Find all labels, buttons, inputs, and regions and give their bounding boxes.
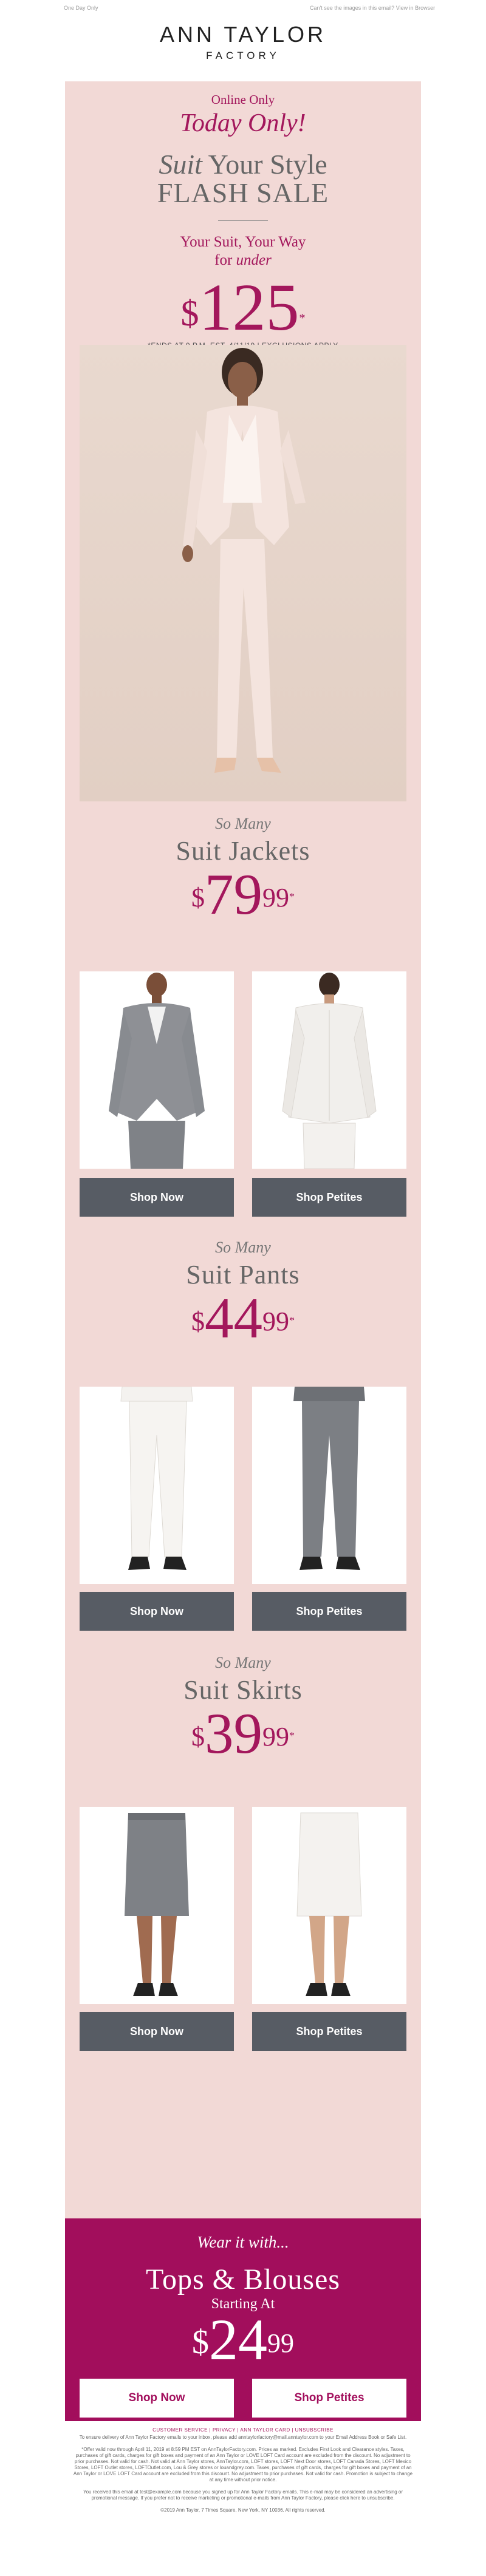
for-under-line: for under xyxy=(65,251,421,270)
main-panel: Online Only Today Only! Suit Your Style … xyxy=(65,81,421,2218)
price-cents: 99 xyxy=(262,1722,289,1752)
offer-disclaimer-text: *Offer valid now through April 11, 2019 … xyxy=(73,2447,413,2483)
jackets-shop-now-button[interactable]: Shop Now xyxy=(80,1178,234,1217)
skirts-shop-petites-button[interactable]: Shop Petites xyxy=(252,2012,406,2051)
grey-skirt-illustration xyxy=(80,1807,234,2004)
view-in-browser-link[interactable]: Can't see the images in this email? View… xyxy=(310,5,435,11)
hero-price-dollar: $ xyxy=(180,293,199,333)
under-text: under xyxy=(236,252,272,268)
divider-line xyxy=(218,220,268,221)
tops-price: $2499 xyxy=(65,2311,421,2369)
tops-blouses-title: Tops & Blouses xyxy=(146,2263,340,2296)
grey-jacket-illustration xyxy=(80,971,234,1169)
online-only-text: Online Only xyxy=(211,92,275,107)
tops-price-dollar: $ xyxy=(192,2323,209,2361)
jackets-shop-petites-button[interactable]: Shop Petites xyxy=(252,1178,406,1217)
email-notice-text: You received this email at test@example.… xyxy=(83,2489,403,2501)
petite-jacket-product-image[interactable] xyxy=(252,971,406,1169)
hero-price-asterisk: * xyxy=(299,311,306,325)
footer-links[interactable]: CUSTOMER SERVICE | PRIVACY | ANN TAYLOR … xyxy=(65,2427,421,2433)
for-text: for xyxy=(214,252,236,268)
skirt-product-image[interactable] xyxy=(80,1807,234,2004)
suit-pants-header: So Many Suit Pants $4499* xyxy=(65,1239,421,1347)
preheader-left-text: One Day Only xyxy=(64,5,98,11)
so-many-text: So Many xyxy=(215,1654,271,1671)
price-cents: 99 xyxy=(262,883,289,912)
price-main: 44 xyxy=(205,1286,262,1350)
so-many-text: So Many xyxy=(215,1239,271,1256)
white-skirt-illustration xyxy=(252,1807,406,2004)
footer: CUSTOMER SERVICE | PRIVACY | ANN TAYLOR … xyxy=(65,2427,421,2520)
brand-logo[interactable]: ANN TAYLOR FACTORY xyxy=(0,21,486,81)
suit-word: Suit xyxy=(159,149,202,180)
suit-your-style-heading: Suit Your Style xyxy=(65,151,421,178)
hero-price-value: 125 xyxy=(199,270,299,344)
logo-sub-text: FACTORY xyxy=(206,50,280,61)
price-asterisk: * xyxy=(289,1314,295,1327)
price-asterisk: * xyxy=(289,1730,295,1742)
price-cents: 99 xyxy=(262,1307,289,1336)
price-asterisk: * xyxy=(289,891,295,903)
your-suit-line: Your Suit, Your Way xyxy=(180,234,306,250)
tops-price-main: 24 xyxy=(209,2307,267,2372)
tops-shop-now-button[interactable]: Shop Now xyxy=(80,2379,234,2418)
pants-shop-now-button[interactable]: Shop Now xyxy=(80,1592,234,1631)
grey-pants-illustration xyxy=(252,1387,406,1584)
wear-it-with-text: Wear it with... xyxy=(197,2233,289,2251)
petite-skirt-product-image[interactable] xyxy=(252,1807,406,2004)
model-in-white-suit-illustration xyxy=(80,345,406,801)
white-jacket-illustration xyxy=(252,971,406,1169)
tops-price-cents: 99 xyxy=(267,2328,294,2358)
your-suit-text: Your Suit, Your Way for under xyxy=(65,233,421,270)
your-style-text: Your Style xyxy=(202,149,327,180)
skirts-shop-now-button[interactable]: Shop Now xyxy=(80,2012,234,2051)
category-price: $3999* xyxy=(65,1705,421,1762)
price-main: 79 xyxy=(205,862,262,926)
category-price: $4499* xyxy=(65,1290,421,1347)
petite-pants-product-image[interactable] xyxy=(252,1387,406,1584)
jacket-product-image[interactable] xyxy=(80,971,234,1169)
hero-price: $125* xyxy=(65,274,421,341)
logo-brand-text: ANN TAYLOR xyxy=(159,22,327,47)
category-price: $7999* xyxy=(65,866,421,923)
today-only-heading: Today Only! xyxy=(180,109,306,137)
safe-list-text: To ensure delivery of Ann Taylor Factory… xyxy=(79,2435,407,2440)
suit-jackets-header: So Many Suit Jackets $7999* xyxy=(65,815,421,923)
preheader: One Day Only Can't see the images in thi… xyxy=(0,0,486,21)
so-many-text: So Many xyxy=(215,815,271,832)
copyright-text: ©2019 Ann Taylor, 7 Times Square, New Yo… xyxy=(160,2507,326,2513)
tops-shop-petites-button[interactable]: Shop Petites xyxy=(252,2379,406,2418)
price-dollar: $ xyxy=(191,1307,205,1336)
hero-model-image[interactable] xyxy=(80,345,406,801)
pants-shop-petites-button[interactable]: Shop Petites xyxy=(252,1592,406,1631)
price-dollar: $ xyxy=(191,1722,205,1752)
flash-sale-heading: FLASH SALE xyxy=(157,177,329,208)
price-dollar: $ xyxy=(191,883,205,912)
price-main: 39 xyxy=(205,1701,262,1765)
pants-product-image[interactable] xyxy=(80,1387,234,1584)
hero-header: Online Only Today Only! Suit Your Style … xyxy=(65,81,421,350)
white-pants-illustration xyxy=(80,1387,234,1584)
suit-skirts-header: So Many Suit Skirts $3999* xyxy=(65,1654,421,1762)
